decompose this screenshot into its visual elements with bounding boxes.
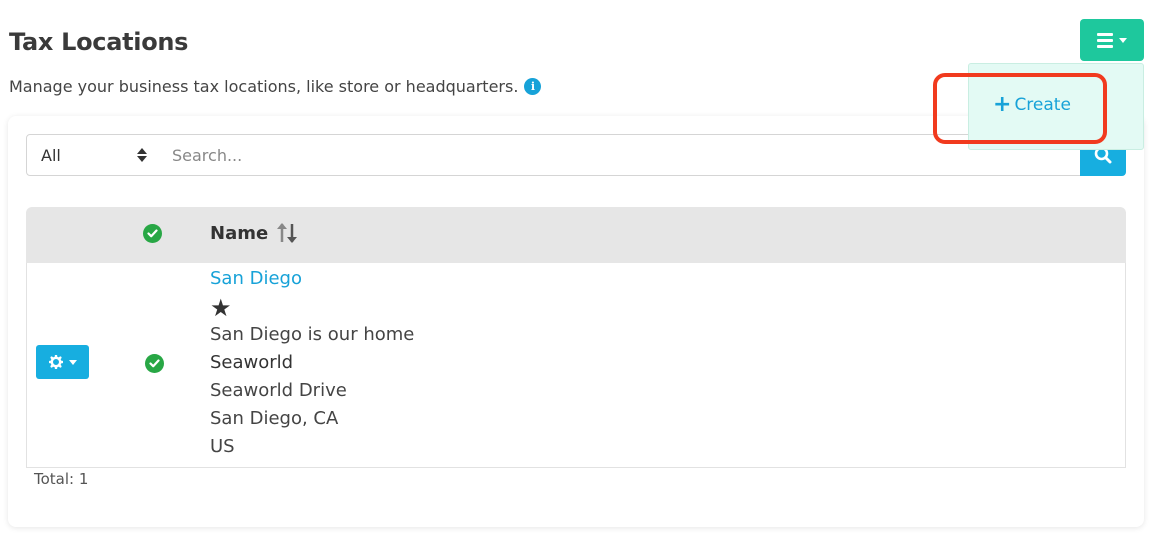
table-row	[26, 263, 1126, 468]
location-city: San Diego, CA	[210, 408, 339, 429]
filter-selected-value: All	[41, 145, 61, 165]
create-menu-item[interactable]: + Create	[993, 94, 1071, 116]
caret-down-icon	[1119, 37, 1127, 43]
column-name-label: Name	[210, 222, 269, 244]
info-icon[interactable]: i	[524, 78, 542, 95]
page-subtitle: Manage your business tax locations, like…	[9, 77, 542, 96]
subtitle-text: Manage your business tax locations, like…	[9, 77, 519, 96]
total-count: Total: 1	[34, 470, 89, 488]
location-country: US	[210, 436, 235, 457]
sort-icon	[277, 223, 298, 243]
select-arrows-icon	[137, 148, 147, 162]
plus-icon: +	[993, 92, 1012, 117]
table-header	[26, 207, 1126, 263]
gear-icon	[48, 355, 63, 369]
caret-down-icon	[68, 359, 77, 365]
status-check-icon[interactable]	[143, 224, 162, 243]
column-header-name[interactable]: Name	[210, 221, 298, 245]
location-description: San Diego is our home	[210, 324, 415, 345]
menu-button[interactable]	[1080, 19, 1144, 61]
location-street: Seaworld Drive	[210, 380, 347, 401]
search-input[interactable]	[159, 134, 1081, 176]
create-label: Create	[1014, 95, 1071, 115]
page-title: Tax Locations	[9, 28, 189, 56]
location-place: Seaworld	[210, 352, 294, 373]
filter-select[interactable]: All	[26, 134, 160, 176]
hamburger-icon	[1097, 32, 1113, 48]
location-link[interactable]: San Diego	[210, 268, 302, 289]
star-icon: ★	[210, 294, 232, 322]
tax-locations-page: Tax Locations Manage your business tax l…	[0, 0, 1156, 543]
row-status-check-icon	[145, 354, 164, 373]
row-actions-button[interactable]	[36, 345, 89, 379]
